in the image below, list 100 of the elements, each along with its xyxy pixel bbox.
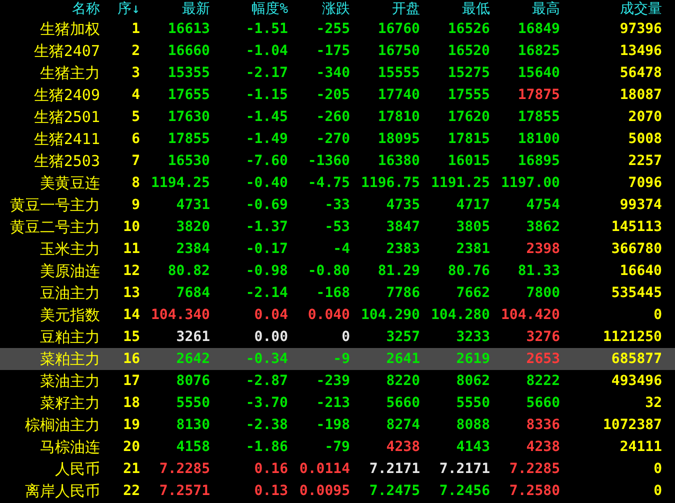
table-row[interactable]: 黄豆一号主力 9 4731 -0.69 -33 4735 4717 4754 99374	[0, 194, 675, 216]
volume-cell-text: 97396	[618, 21, 662, 37]
table-cell-text: 104.420	[500, 307, 560, 323]
table-cell-text: -0.17	[244, 241, 288, 257]
table-row[interactable]: 离岸人民币 22 7.2571 0.13 0.0095 7.2475 7.2456 7.2580 0	[0, 480, 675, 502]
table-cell-text: -2.87	[244, 373, 288, 389]
table-row[interactable]: 生猪主力 3 15355 -2.17 -340 15555 15275 15640 56478	[0, 62, 675, 84]
table-cell-text: -3.70	[244, 395, 288, 411]
column-header[interactable]: 序↓	[100, 0, 140, 18]
volume-cell-text: 56478	[618, 65, 662, 81]
volume-cell-text: 1121250	[602, 329, 662, 345]
table-cell-text: 2641	[385, 351, 420, 367]
table-cell-text: 16380	[376, 153, 420, 169]
table-row[interactable]: 菜油主力 17 8076 -2.87 -239 8220 8062 8222 493496	[0, 370, 675, 392]
selected-row[interactable]: 菜粕主力 16 2642 -0.34 -9 2641 2619 2653 685877	[0, 348, 675, 370]
table-row[interactable]: 生猪加权 1 16613 -1.51 -255 16760 16526 16849 97396	[0, 18, 675, 40]
table-cell-text: 0.16	[253, 461, 288, 477]
instrument-name: 菜籽主力	[39, 394, 100, 412]
instrument-name: 生猪主力	[39, 64, 100, 82]
table-cell-text: 16825	[516, 43, 560, 59]
instrument-name: 菜粕主力	[39, 350, 100, 368]
table-cell-text: 16660	[166, 43, 210, 59]
table-cell-text: 15555	[376, 65, 420, 81]
table-row[interactable]: 生猪2409 4 17655 -1.15 -205 17740 17555 17875 18087	[0, 84, 675, 106]
table-cell-text: 16520	[446, 43, 490, 59]
table-cell-text: 17855	[516, 109, 560, 125]
table-cell-text: 3847	[385, 219, 420, 235]
instrument-name: 菜油主力	[39, 372, 100, 390]
table-cell-text: 8130	[175, 417, 210, 433]
table-row[interactable]: 黄豆二号主力 10 3820 -1.37 -53 3847 3805 3862 145113	[0, 216, 675, 238]
row-number: 3	[130, 65, 140, 81]
volume-cell-text: 1072387	[602, 417, 662, 433]
volume-cell-text: 16640	[618, 263, 662, 279]
instrument-name: 生猪2501	[32, 108, 100, 126]
table-cell-text: 3257	[385, 329, 420, 345]
table-row[interactable]: 菜籽主力 18 5550 -3.70 -213 5660 5550 5660 32	[0, 392, 675, 414]
table-cell-text: -260	[315, 109, 350, 125]
table-cell-text: 2383	[385, 241, 420, 257]
table-cell-text: -1.04	[244, 43, 288, 59]
table-row[interactable]: 生猪2407 2 16660 -1.04 -175 16750 16520 16825 13496	[0, 40, 675, 62]
table-cell-text: 4735	[385, 197, 420, 213]
table-cell-text: 16530	[166, 153, 210, 169]
row-number: 14	[122, 307, 140, 323]
row-number: 17	[122, 373, 140, 389]
volume-cell-text: 13496	[618, 43, 662, 59]
column-header[interactable]: 成交量	[560, 0, 662, 18]
table-row[interactable]: 生猪2411 6 17855 -1.49 -270 18095 17815 18100 5008	[0, 128, 675, 150]
table-cell-text: 5660	[385, 395, 420, 411]
table-cell-text: 16895	[516, 153, 560, 169]
table-cell-text: -9	[332, 351, 350, 367]
table-cell-text: -198	[315, 417, 350, 433]
table-row[interactable]: 马棕油连 20 4158 -1.86 -79 4238 4143 4238 24111	[0, 436, 675, 458]
row-number: 1	[130, 21, 140, 37]
table-cell-text: -175	[315, 43, 350, 59]
column-header[interactable]: 涨跌	[288, 0, 350, 18]
table-cell-text: 4717	[455, 197, 490, 213]
volume-cell-text: 493496	[610, 373, 662, 389]
table-row[interactable]: 豆粕主力 15 3261 0.00 0 3257 3233 3276 1121250	[0, 326, 675, 348]
table-row[interactable]: 玉米主力 11 2384 -0.17 -4 2383 2381 2398 366780	[0, 238, 675, 260]
table-row[interactable]: 生猪2501 5 17630 -1.45 -260 17810 17620 17855 2070	[0, 106, 675, 128]
instrument-name: 生猪2409	[32, 86, 100, 104]
table-cell-text: 15355	[166, 65, 210, 81]
row-number: 22	[122, 483, 140, 499]
table-row[interactable]: 美黄豆连 8 1194.25 -0.40 -4.75 1196.75 1191.25 1197.00 7096	[0, 172, 675, 194]
column-header[interactable]: 幅度%	[210, 0, 288, 18]
column-header[interactable]: 最低	[420, 0, 490, 18]
row-number: 5	[130, 109, 140, 125]
table-row[interactable]: 棕榈油主力 19 8130 -2.38 -198 8274 8088 8336 1072387	[0, 414, 675, 436]
table-cell-text: -53	[324, 219, 350, 235]
table-cell-text: 2381	[455, 241, 490, 257]
table-cell-text: 7684	[175, 285, 210, 301]
table-cell-text: 2398	[525, 241, 560, 257]
table-cell-text: 17740	[376, 87, 420, 103]
table-cell-text: 0.040	[306, 307, 350, 323]
table-cell-text: 8076	[175, 373, 210, 389]
table-cell-text: 4731	[175, 197, 210, 213]
instrument-name: 豆油主力	[39, 284, 100, 302]
table-cell-text: -4.75	[306, 175, 350, 191]
table-row[interactable]: 美原油连 12 80.82 -0.98 -0.80 81.29 80.76 81.33 16640	[0, 260, 675, 282]
row-number: 2	[130, 43, 140, 59]
table-row[interactable]: 美元指数 14 104.340 0.04 0.040 104.290 104.280 104.420 0	[0, 304, 675, 326]
table-row[interactable]: 人民币 21 7.2285 0.16 0.0114 7.2171 7.2171 7.2285 0	[0, 458, 675, 480]
table-cell-text: -1.51	[244, 21, 288, 37]
column-header[interactable]: 开盘	[350, 0, 420, 18]
table-row[interactable]: 豆油主力 13 7684 -2.14 -168 7786 7662 7800 535445	[0, 282, 675, 304]
column-header[interactable]: 最高	[490, 0, 560, 18]
table-cell-text: -205	[315, 87, 350, 103]
table-cell-text: -270	[315, 131, 350, 147]
table-cell-text: 2619	[455, 351, 490, 367]
table-cell-text: 8336	[525, 417, 560, 433]
column-header[interactable]: 最新	[140, 0, 210, 18]
table-cell-text: 17555	[446, 87, 490, 103]
table-row[interactable]: 生猪2503 7 16530 -7.60 -1360 16380 16015 16895 2257	[0, 150, 675, 172]
table-cell-text: 17620	[446, 109, 490, 125]
volume-cell-text: 2257	[627, 153, 662, 169]
column-header[interactable]: 名称	[0, 0, 100, 18]
table-cell-text: 7786	[385, 285, 420, 301]
volume-cell-text: 145113	[610, 219, 662, 235]
table-cell-text: -1360	[306, 153, 350, 169]
instrument-name: 生猪2411	[32, 130, 100, 148]
